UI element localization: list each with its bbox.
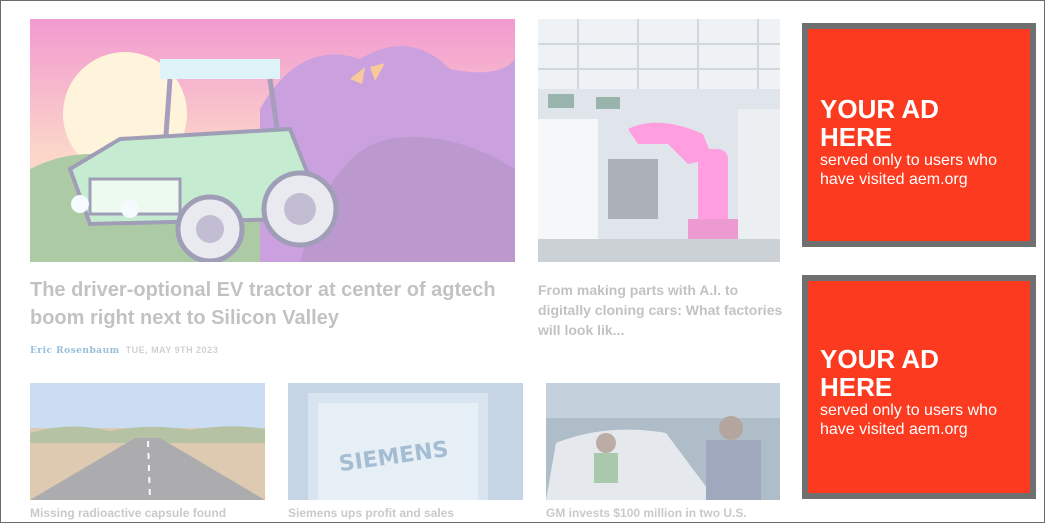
featured-story-image[interactable]	[30, 19, 515, 262]
featured-headline[interactable]: The driver-optional EV tractor at center…	[30, 276, 510, 332]
gm-factory-photo	[546, 383, 780, 500]
bottom-headline-3[interactable]: GM invests $100 million in two U.S.	[546, 506, 786, 520]
ad-banner-1[interactable]: YOUR AD HERE served only to users who ha…	[802, 23, 1036, 247]
bottom-story-image-gm[interactable]	[546, 383, 780, 500]
page-frame: The driver-optional EV tractor at center…	[0, 0, 1045, 523]
publish-date: TUE, MAY 9TH 2023	[125, 345, 219, 355]
ad-title: YOUR AD HERE	[820, 94, 939, 152]
secondary-headline[interactable]: From making parts with A.I. to digitally…	[538, 280, 783, 340]
bottom-story-image-siemens[interactable]: SIEMENS	[288, 383, 523, 500]
tractor-illustration	[30, 19, 515, 262]
ad-body: served only to users who have visited ae…	[820, 402, 997, 438]
featured-byline: Eric Rosenbaum TUE, MAY 9TH 2023	[30, 345, 218, 356]
ad-body: served only to users who have visited ae…	[820, 152, 997, 188]
siemens-building-photo: SIEMENS	[288, 383, 523, 500]
ad-title: YOUR AD HERE	[820, 344, 939, 402]
bottom-headline-1[interactable]: Missing radioactive capsule found	[30, 506, 270, 520]
factory-robot-photo	[538, 19, 780, 262]
author-link[interactable]: Eric Rosenbaum	[30, 346, 120, 356]
bottom-headline-2[interactable]: Siemens ups profit and sales	[288, 506, 528, 520]
ad-banner-2[interactable]: YOUR AD HERE served only to users who ha…	[802, 275, 1036, 499]
outback-road-photo	[30, 383, 265, 500]
secondary-story-image[interactable]	[538, 19, 780, 262]
bottom-story-image-road[interactable]	[30, 383, 265, 500]
news-content: The driver-optional EV tractor at center…	[1, 1, 791, 522]
